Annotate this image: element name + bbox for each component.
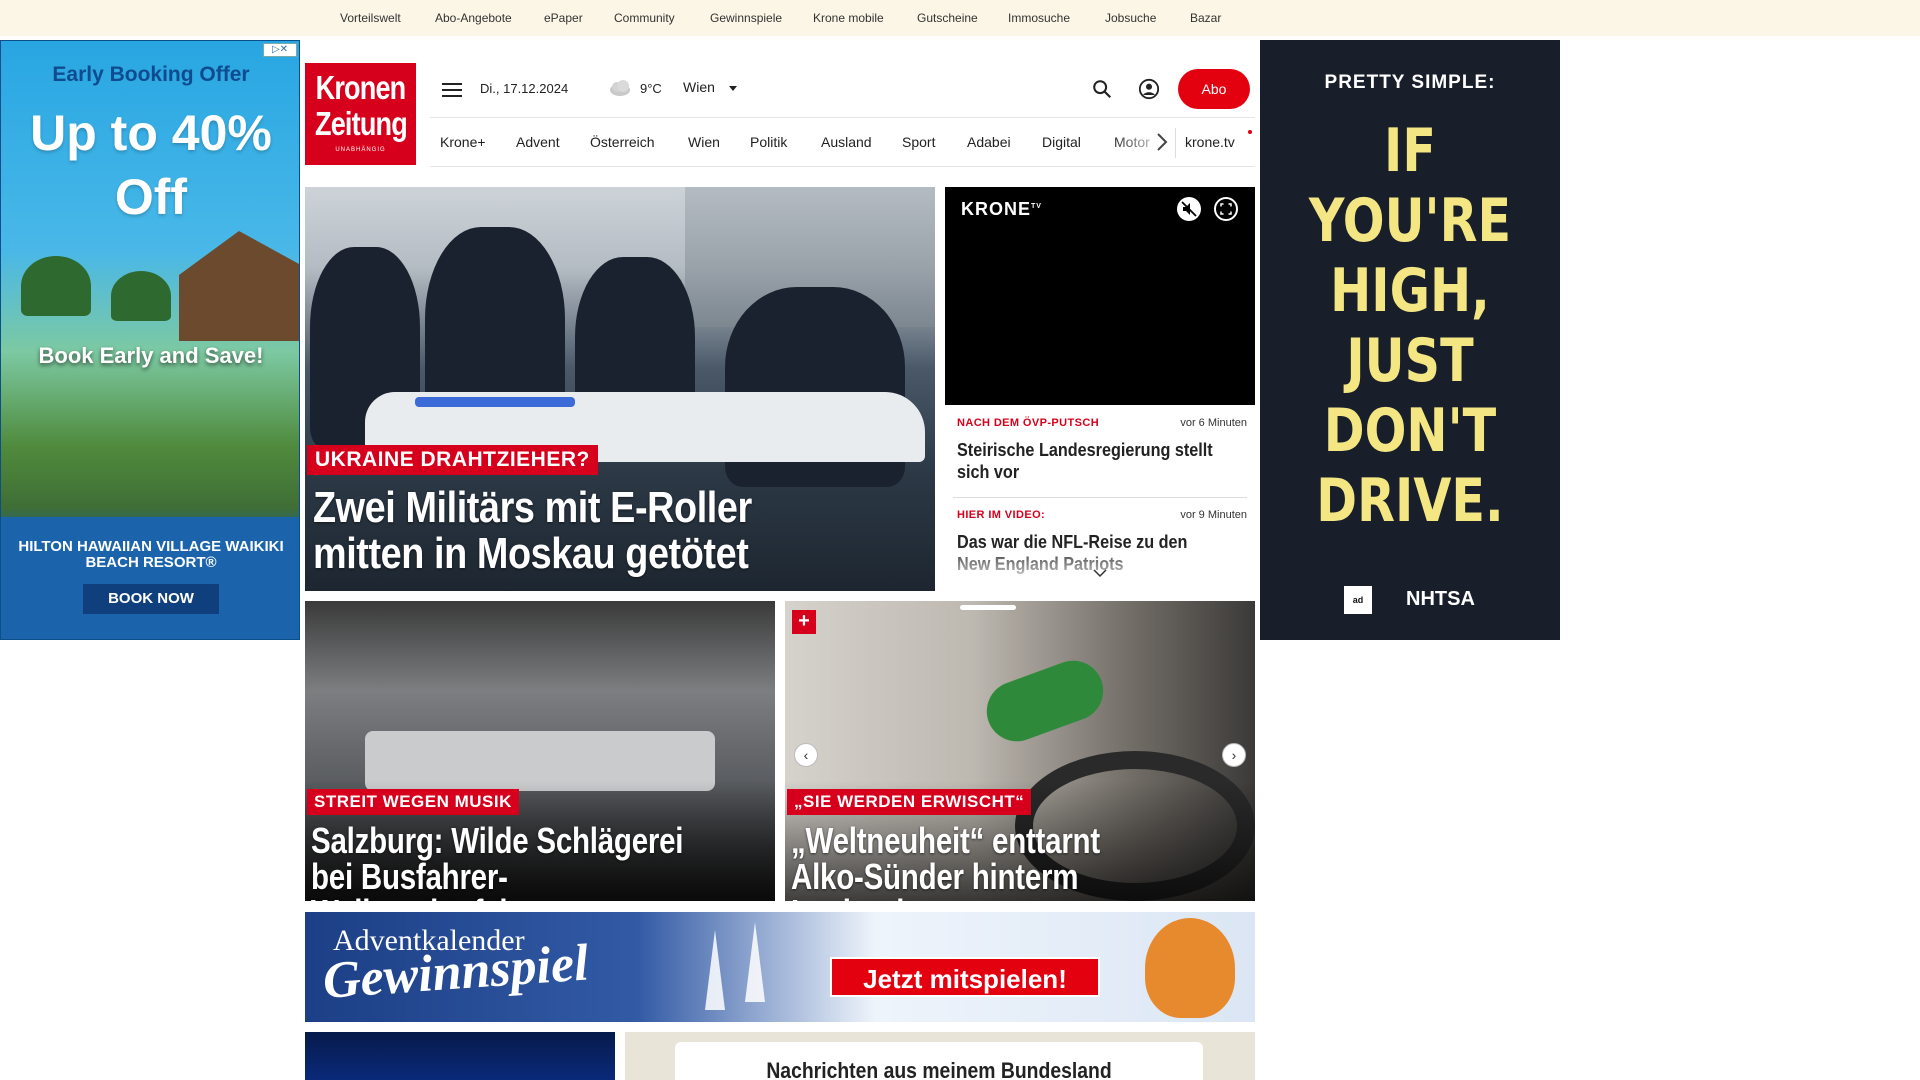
adchoices-icon[interactable]: ▷✕ xyxy=(263,43,297,57)
krone-tv-brand: KRONE xyxy=(961,199,1032,219)
krone-plus-icon: + xyxy=(792,610,816,634)
temperature: 9°C xyxy=(640,81,662,96)
ad-banner-left[interactable]: ▷✕ Early Booking Offer Up to 40% Off Boo… xyxy=(0,40,300,640)
hero-headline[interactable]: Zwei Militärs mit E-Roller mitten in Mos… xyxy=(313,485,838,577)
tile-kicker: „SIE WERDEN ERWISCHT“ xyxy=(787,789,1032,815)
ticker-time: vor 9 Minuten xyxy=(1180,509,1247,521)
ad-book-now-button[interactable]: BOOK NOW xyxy=(83,584,219,614)
logo-line-1: Kronen xyxy=(315,69,407,106)
search-icon[interactable] xyxy=(1091,78,1113,100)
nav-item-oesterreich[interactable]: Österreich xyxy=(590,134,655,150)
bundesland-section: Nachrichten aus meinem Bundesland xyxy=(625,1032,1255,1080)
story-tile[interactable]: + ‹ › „SIE WERDEN ERWISCHT“ „Weltneuheit… xyxy=(785,601,1255,901)
ad-council-logo: ad xyxy=(1344,586,1372,614)
nav-item-krone-plus[interactable]: Krone+ xyxy=(440,134,486,150)
cloud-weather-icon xyxy=(610,80,630,96)
ticker-kicker: NACH DEM ÖVP-PUTSCH xyxy=(957,417,1100,429)
hamburger-menu-icon[interactable] xyxy=(442,82,462,98)
service-link-krone-mobile[interactable]: Krone mobile xyxy=(813,11,884,25)
nav-item-adabei[interactable]: Adabei xyxy=(967,134,1011,150)
fullscreen-icon[interactable] xyxy=(1214,197,1238,221)
service-link-bazar[interactable]: Bazar xyxy=(1190,11,1221,25)
logo-line-2: Zeitung xyxy=(314,105,408,142)
slider-next-button[interactable]: › xyxy=(1222,743,1246,767)
nav-item-wien[interactable]: Wien xyxy=(688,134,720,150)
ad-left-tagline: Book Early and Save! xyxy=(38,343,264,368)
nav-item-digital[interactable]: Digital xyxy=(1042,134,1081,150)
resort-hut-graphic xyxy=(179,231,299,341)
ad-left-brand: HILTON HAWAIIAN VILLAGE WAIKIKI BEACH RE… xyxy=(18,538,284,571)
chevron-right-icon[interactable] xyxy=(1152,130,1172,154)
ticker-item[interactable]: NACH DEM ÖVP-PUTSCH vor 6 Minuten Steiri… xyxy=(957,417,1247,487)
nav-item-sport[interactable]: Sport xyxy=(902,134,935,150)
live-indicator-dot xyxy=(1248,130,1252,134)
ticker-kicker: HIER IM VIDEO: xyxy=(957,509,1046,521)
slider-prev-button[interactable]: ‹ xyxy=(794,743,818,767)
ad-right-kicker: PRETTY SIMPLE: xyxy=(1324,72,1496,93)
nav-divider xyxy=(1175,128,1176,158)
nav-item-motor[interactable]: Motor xyxy=(1114,134,1150,150)
nav-item-krone-tv[interactable]: krone.tv xyxy=(1185,134,1235,150)
service-link-community[interactable]: Community xyxy=(614,11,675,25)
chevron-down-icon[interactable] xyxy=(1093,568,1107,578)
ad-banner-right[interactable]: PRETTY SIMPLE: IF YOU'RE HIGH, JUST DON'… xyxy=(1260,40,1560,640)
krone-tv-brand-sup: TV xyxy=(1031,203,1042,210)
tree-graphic xyxy=(705,930,725,1010)
hero-kicker: UKRAINE DRAHTZIEHER? xyxy=(307,445,598,475)
service-link-vorteilswelt[interactable]: Vorteilswelt xyxy=(340,11,401,25)
nhtsa-logo: NHTSA xyxy=(1406,588,1475,610)
abo-button[interactable]: Abo xyxy=(1178,69,1250,109)
ticker-title[interactable]: Steirische Landesregierung stellt sich v… xyxy=(957,439,1218,483)
current-date: Di., 17.12.2024 xyxy=(480,81,569,96)
advent-calendar-banner[interactable]: Adventkalender Gewinnspiel Jetzt mitspie… xyxy=(305,912,1255,1022)
city-selector[interactable]: Wien xyxy=(683,79,737,99)
slider-indicator xyxy=(960,605,1016,610)
nav-item-politik[interactable]: Politik xyxy=(750,134,787,150)
ad-left-offer: Up to 40% Off xyxy=(30,105,272,225)
palm-tree-graphic xyxy=(21,256,91,316)
bundesland-card[interactable]: Nachrichten aus meinem Bundesland xyxy=(675,1042,1203,1080)
tile-image-bottle xyxy=(978,652,1112,750)
logo-line-3: UNABHÄNGIG xyxy=(335,147,386,153)
service-link-immosuche[interactable]: Immosuche xyxy=(1008,11,1070,25)
tree-graphic xyxy=(745,922,765,1002)
fox-mascot-graphic xyxy=(1145,918,1235,1018)
service-link-gutscheine[interactable]: Gutscheine xyxy=(917,11,978,25)
story-tile[interactable]: STREIT WEGEN MUSIK Salzburg: Wilde Schlä… xyxy=(305,601,775,901)
krone-logo[interactable]: Kronen Zeitung UNABHÄNGIG xyxy=(305,63,416,165)
hero-story[interactable]: UKRAINE DRAHTZIEHER? Zwei Militärs mit E… xyxy=(305,187,935,591)
main-navigation: Krone+ Advent Österreich Wien Politik Au… xyxy=(430,117,1255,167)
nav-item-ausland[interactable]: Ausland xyxy=(821,134,872,150)
tile-kicker: STREIT WEGEN MUSIK xyxy=(307,789,519,815)
tile-headline[interactable]: Salzburg: Wilde Schlägerei bei Busfahrer… xyxy=(311,823,688,902)
ad-right-message: IF YOU'RE HIGH, JUST DON'T DRIVE. xyxy=(1308,116,1512,536)
service-link-gewinnspiele[interactable]: Gewinnspiele xyxy=(710,11,782,25)
city-selector-value: Wien xyxy=(683,79,715,95)
service-link-jobsuche[interactable]: Jobsuche xyxy=(1105,11,1156,25)
service-bar: Vorteilswelt Abo-Angebote ePaper Communi… xyxy=(0,0,1920,36)
story-tile[interactable] xyxy=(305,1032,615,1080)
caret-down-icon xyxy=(728,85,737,91)
service-link-abo-angebote[interactable]: Abo-Angebote xyxy=(435,11,512,25)
user-account-icon[interactable] xyxy=(1138,78,1160,100)
ticker-divider xyxy=(953,497,1247,498)
news-ticker: NACH DEM ÖVP-PUTSCH vor 6 Minuten Steiri… xyxy=(945,405,1255,598)
video-player[interactable]: KRONETV xyxy=(945,187,1255,405)
nav-item-advent[interactable]: Advent xyxy=(516,134,560,150)
palm-tree-graphic xyxy=(111,271,171,321)
hero-image-siren xyxy=(415,397,575,407)
ad-left-brand-band xyxy=(1,517,299,639)
tile-headline[interactable]: „Weltneuheit“ enttarnt Alko-Sünder hinte… xyxy=(791,823,1168,902)
advent-cta-button[interactable]: Jetzt mitspielen! xyxy=(830,957,1100,997)
service-link-epaper[interactable]: ePaper xyxy=(544,11,583,25)
bundesland-title: Nachrichten aus meinem Bundesland xyxy=(766,1058,1112,1080)
ticker-time: vor 6 Minuten xyxy=(1180,417,1247,429)
krone-tv-logo: KRONETV xyxy=(961,199,1042,220)
mute-icon[interactable] xyxy=(1177,197,1201,221)
ad-left-headline: Early Booking Offer xyxy=(52,63,250,86)
